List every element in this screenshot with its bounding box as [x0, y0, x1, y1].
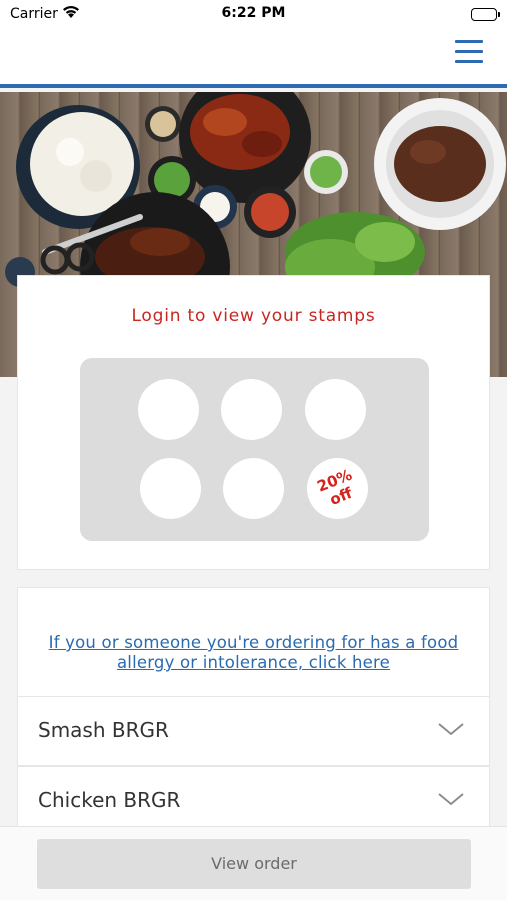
clock: 6:22 PM	[221, 5, 286, 21]
reward-label: 20% off	[314, 465, 355, 509]
stamp-slot	[223, 458, 284, 519]
chevron-down-icon	[437, 791, 465, 811]
stamp-slot	[138, 379, 199, 440]
category-label: Chicken BRGR	[38, 788, 181, 812]
stamp-card: Login to view your stamps 20% off	[17, 275, 490, 570]
stamp-slot	[140, 458, 201, 519]
battery-icon	[471, 8, 500, 21]
hamburger-menu-icon[interactable]	[455, 40, 483, 66]
reward-stamp: 20% off	[307, 458, 368, 519]
view-order-button[interactable]: View order	[37, 839, 471, 889]
allergy-card: If you or someone you're ordering for ha…	[17, 587, 490, 697]
bottom-bar: View order	[0, 826, 507, 900]
category-label: Smash BRGR	[38, 718, 169, 742]
status-bar: Carrier 6:22 PM	[0, 0, 507, 30]
chevron-down-icon	[437, 721, 465, 741]
app-screen: Carrier 6:22 PM Login to view your stamp…	[0, 0, 507, 900]
nav-bar	[0, 30, 507, 88]
category-smash-brgr[interactable]: Smash BRGR	[17, 696, 490, 766]
stamp-slot	[305, 379, 366, 440]
stamp-card-title[interactable]: Login to view your stamps	[18, 306, 489, 326]
stamp-slot	[221, 379, 282, 440]
stamp-grid: 20% off	[80, 358, 429, 541]
allergy-info-link[interactable]: If you or someone you're ordering for ha…	[18, 633, 489, 673]
